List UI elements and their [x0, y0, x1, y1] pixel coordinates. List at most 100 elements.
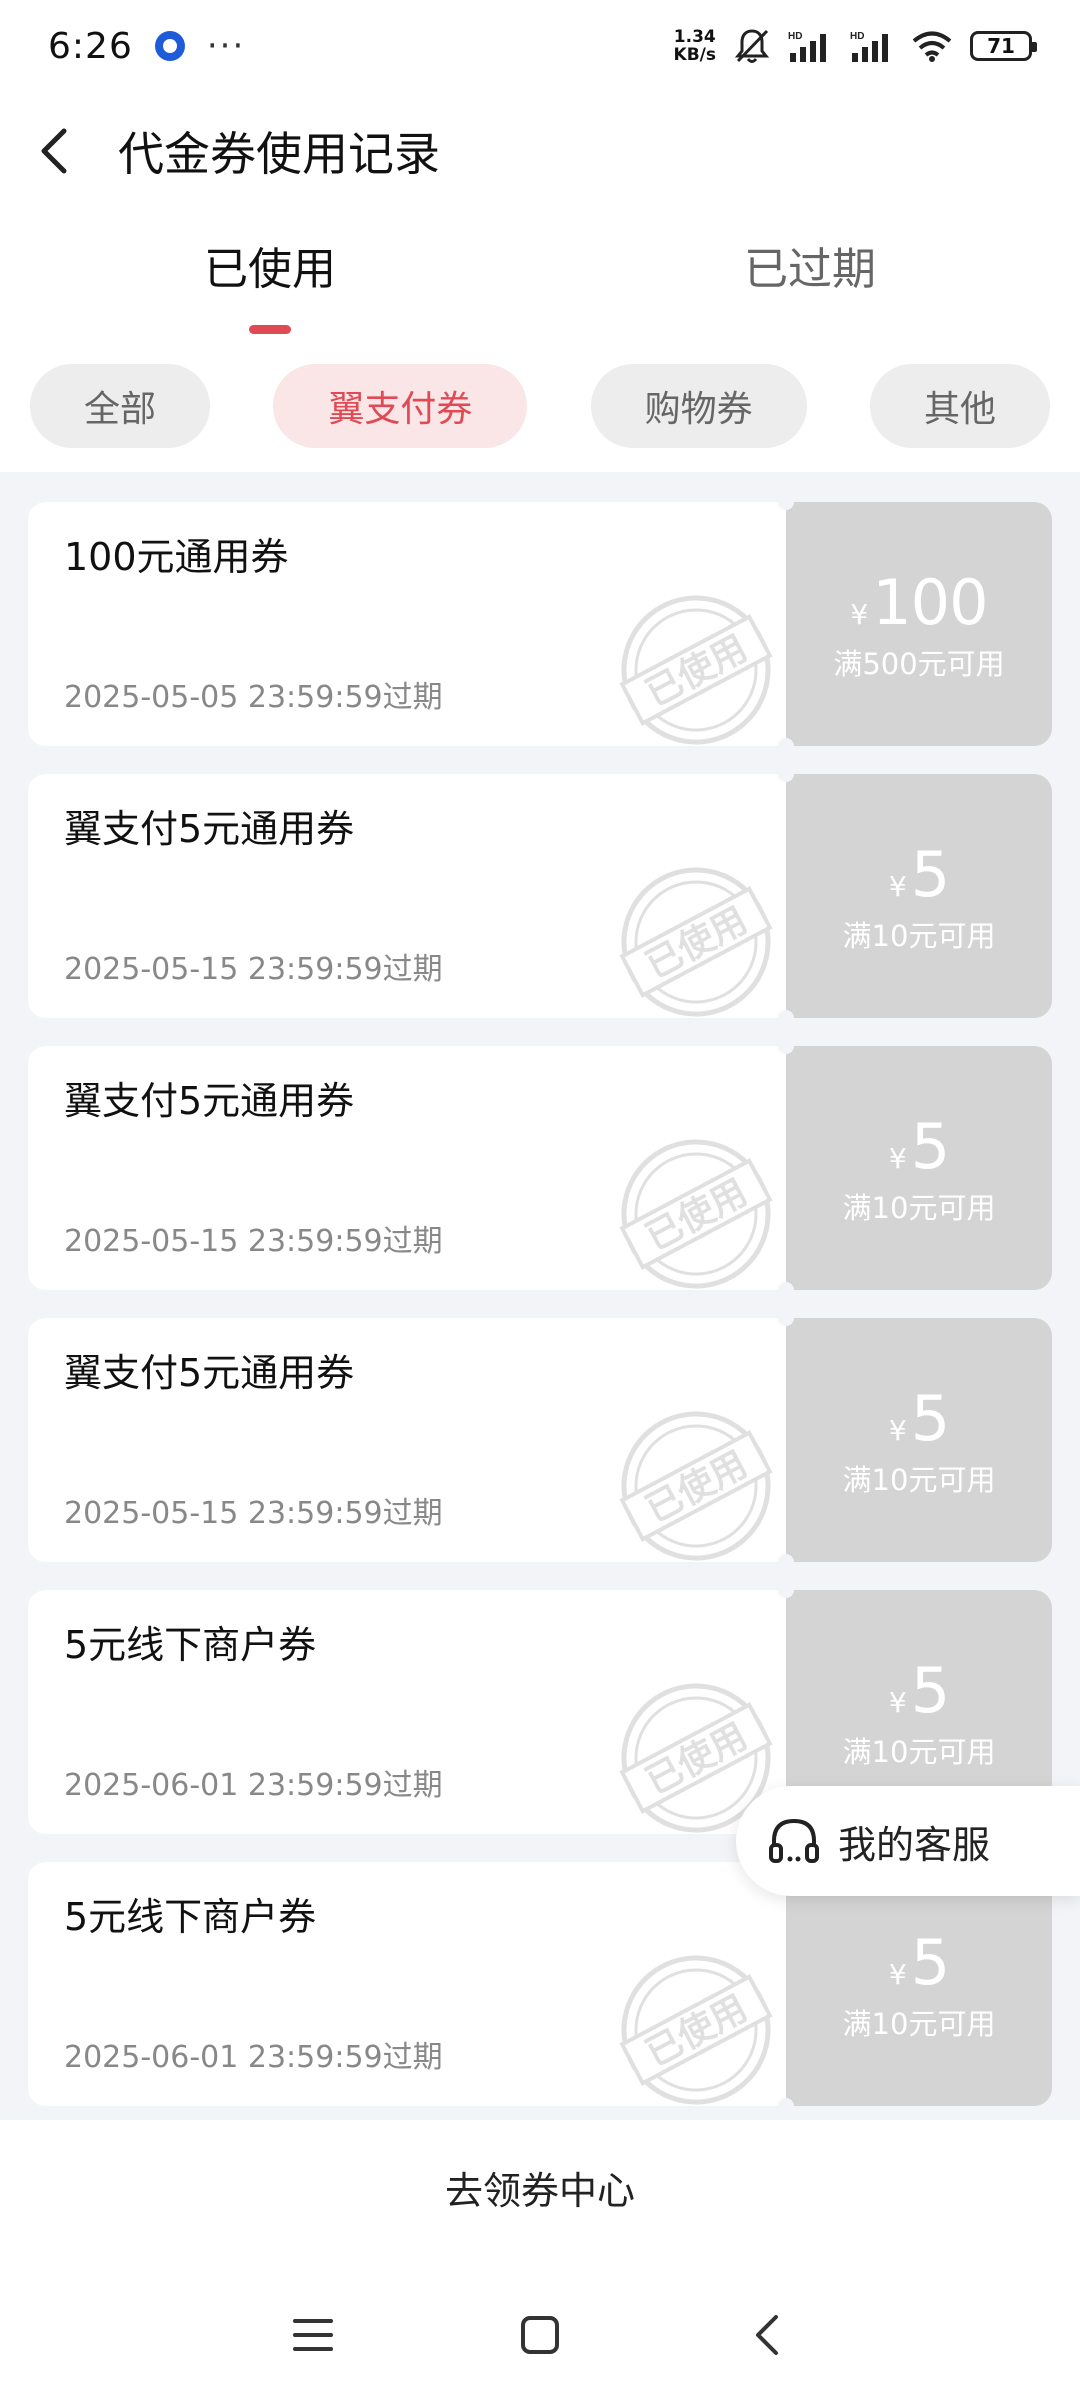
- headset-icon: [769, 1818, 819, 1863]
- page-title: 代金券使用记录: [118, 127, 440, 181]
- coupon-card[interactable]: 5元线下商户券 2025-06-01 23:59:59过期 已使用 ¥ 5 满1…: [28, 1854, 1052, 2114]
- coupon-info: 翼支付5元通用券 2025-05-15 23:59:59过期 已使用: [28, 1318, 786, 1562]
- coupon-title: 100元通用券: [64, 535, 289, 579]
- coupon-center-link[interactable]: 去领券中心: [445, 2160, 635, 2215]
- menu-icon: [293, 2319, 334, 2351]
- stamp-text: 已使用: [639, 900, 754, 987]
- coupon-expiry: 2025-05-15 23:59:59过期: [64, 952, 443, 987]
- currency-symbol: ¥: [888, 1957, 907, 1991]
- coupon-expiry: 2025-05-15 23:59:59过期: [64, 1496, 443, 1531]
- customer-service-label: 我的客服: [838, 1822, 991, 1867]
- coupon-amount: 5: [910, 837, 950, 911]
- tab-active-indicator: [249, 325, 291, 334]
- svg-text:HD: HD: [788, 31, 802, 42]
- home-button[interactable]: [500, 2295, 580, 2375]
- coupon-card[interactable]: 翼支付5元通用券 2025-05-15 23:59:59过期 已使用 ¥ 5 满…: [28, 1038, 1052, 1298]
- filter-chip-shopping[interactable]: 购物券: [590, 364, 807, 448]
- coupon-amount: 100: [872, 565, 988, 639]
- coupon-card[interactable]: 翼支付5元通用券 2025-05-15 23:59:59过期 已使用 ¥ 5 满…: [28, 766, 1052, 1026]
- coupon-condition: 满10元可用: [842, 1462, 996, 1497]
- coupon-card[interactable]: 翼支付5元通用券 2025-05-15 23:59:59过期 已使用 ¥ 5 满…: [28, 1310, 1052, 1570]
- coupon-title: 5元线下商户券: [64, 1623, 317, 1667]
- coupon-condition: 满10元可用: [842, 2006, 996, 2041]
- coupon-amount: 5: [910, 1109, 950, 1183]
- coupon-amount: 5: [910, 1653, 950, 1727]
- currency-symbol: ¥: [888, 1413, 907, 1447]
- coupon-info: 100元通用券 2025-05-05 23:59:59过期 已使用: [28, 502, 786, 746]
- filter-chip-all[interactable]: 全部: [30, 364, 210, 448]
- coupon-amount: 5: [910, 1925, 950, 1999]
- tab-used[interactable]: 已使用: [0, 222, 540, 342]
- tab-expired[interactable]: 已过期: [540, 222, 1080, 342]
- coupon-title: 翼支付5元通用券: [64, 1351, 355, 1395]
- coupon-value: ¥ 5 满10元可用: [778, 1854, 1052, 2114]
- coupon-value: ¥ 5 满10元可用: [778, 766, 1052, 1026]
- status-bar: 6:26 ··· 1.34 KB/s HD HD 71: [0, 0, 1080, 92]
- currency-symbol: ¥: [888, 869, 907, 903]
- amount-row: ¥ 5: [888, 837, 950, 911]
- coupon-value: ¥ 100 满500元可用: [778, 494, 1052, 754]
- filter-chip-bestpay[interactable]: 翼支付券: [273, 364, 528, 448]
- more-notifications-icon: ···: [206, 26, 246, 66]
- amount-row: ¥ 100: [850, 565, 988, 639]
- nav-back-button[interactable]: [727, 2295, 807, 2375]
- coupon-info: 翼支付5元通用券 2025-05-15 23:59:59过期 已使用: [28, 1046, 786, 1290]
- battery-icon: 71: [970, 31, 1037, 61]
- app-notification-icon: [154, 31, 185, 61]
- coupon-title: 翼支付5元通用券: [64, 807, 355, 851]
- coupon-info: 翼支付5元通用券 2025-05-15 23:59:59过期 已使用: [28, 774, 786, 1018]
- status-tabs: 已使用 已过期: [0, 222, 1080, 342]
- signal-hd-icon: HD: [788, 29, 832, 63]
- amount-row: ¥ 5: [888, 1381, 950, 1455]
- tab-label: 已过期: [744, 244, 876, 295]
- amount-row: ¥ 5: [888, 1109, 950, 1183]
- wifi-icon: [912, 30, 952, 62]
- bottom-bar: 去领券中心: [0, 2120, 1080, 2254]
- header: 代金券使用记录: [0, 92, 1080, 210]
- coupon-info: 5元线下商户券 2025-06-01 23:59:59过期 已使用: [28, 1590, 786, 1834]
- status-right: 1.34 KB/s HD HD 71: [674, 27, 1037, 65]
- currency-symbol: ¥: [888, 1685, 907, 1719]
- currency-symbol: ¥: [850, 597, 869, 631]
- back-button[interactable]: [38, 121, 82, 181]
- filter-chip-other[interactable]: 其他: [869, 364, 1050, 448]
- amount-row: ¥ 5: [888, 1925, 950, 1999]
- coupon-title: 翼支付5元通用券: [64, 1079, 355, 1123]
- coupon-expiry: 2025-06-01 23:59:59过期: [64, 2040, 443, 2075]
- system-nav-bar: [0, 2280, 1080, 2390]
- coupon-expiry: 2025-05-05 23:59:59过期: [64, 680, 443, 715]
- network-speed-unit: KB/s: [673, 45, 716, 65]
- coupon-value: ¥ 5 满10元可用: [778, 1310, 1052, 1570]
- coupon-title: 5元线下商户券: [64, 1895, 317, 1939]
- coupon-amount: 5: [910, 1381, 950, 1455]
- mute-bell-icon: [734, 27, 770, 65]
- menu-button[interactable]: [273, 2295, 353, 2375]
- stamp-text: 已使用: [639, 1716, 754, 1803]
- used-stamp-icon: 已使用: [619, 1411, 773, 1561]
- svg-text:HD: HD: [850, 31, 864, 42]
- coupon-info: 5元线下商户券 2025-06-01 23:59:59过期 已使用: [28, 1862, 786, 2106]
- coupon-expiry: 2025-06-01 23:59:59过期: [64, 1768, 443, 1803]
- amount-row: ¥ 5: [888, 1653, 950, 1727]
- used-stamp-icon: 已使用: [619, 1139, 773, 1289]
- coupon-value: ¥ 5 满10元可用: [778, 1038, 1052, 1298]
- back-triangle-icon: [755, 2315, 778, 2355]
- stamp-text: 已使用: [639, 1988, 754, 2075]
- coupon-card[interactable]: 100元通用券 2025-05-05 23:59:59过期 已使用 ¥ 100 …: [28, 494, 1052, 754]
- customer-service-button[interactable]: 我的客服: [736, 1786, 1080, 1896]
- used-stamp-icon: 已使用: [619, 867, 773, 1017]
- coupon-condition: 满10元可用: [842, 1734, 996, 1769]
- home-square-icon: [520, 2316, 559, 2354]
- status-time: 6:26: [48, 25, 133, 67]
- currency-symbol: ¥: [888, 1141, 907, 1175]
- stamp-text: 已使用: [639, 1444, 754, 1531]
- coupon-expiry: 2025-05-15 23:59:59过期: [64, 1224, 443, 1259]
- signal-hd-icon: HD: [850, 29, 894, 63]
- coupon-condition: 满500元可用: [833, 646, 1005, 681]
- used-stamp-icon: 已使用: [619, 1955, 773, 2105]
- network-speed-value: 1.34: [673, 27, 716, 47]
- stamp-text: 已使用: [639, 1172, 754, 1259]
- stamp-text: 已使用: [639, 628, 754, 715]
- coupon-condition: 满10元可用: [842, 918, 996, 953]
- network-speed: 1.34 KB/s: [674, 28, 716, 64]
